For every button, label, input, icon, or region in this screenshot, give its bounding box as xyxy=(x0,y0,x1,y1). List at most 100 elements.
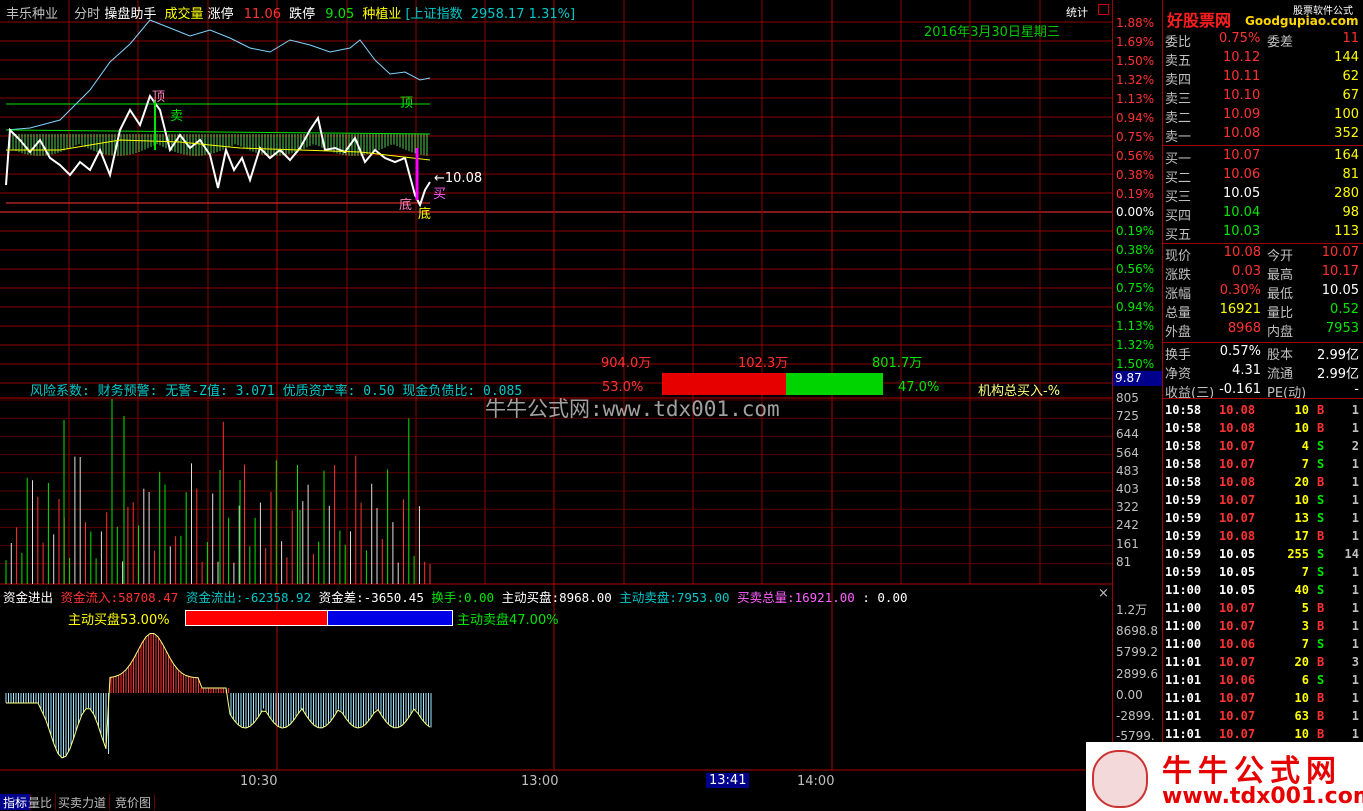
trade-volume: 10 xyxy=(1294,403,1309,417)
trade-volume: 20 xyxy=(1294,475,1309,489)
ask-row-5[interactable]: 卖五 10.12 144 xyxy=(1163,50,1363,69)
trade-row: 11:00 10.07 5 B 1 xyxy=(1163,601,1363,620)
trade-time: 11:01 xyxy=(1165,691,1202,705)
price-axis-zero: 0.00% xyxy=(1116,205,1155,219)
quote-value: 0.30% xyxy=(1219,283,1261,298)
trade-row: 10:58 10.08 10 B 1 xyxy=(1163,421,1363,440)
stock-name: 丰乐种业 xyxy=(6,7,59,22)
active-ratio-bar xyxy=(185,610,453,626)
bar-red-segment xyxy=(662,373,786,395)
institution-label: 机构总买入-% xyxy=(978,384,1061,399)
fund-axis-6: -5799. xyxy=(1116,729,1155,743)
row-price: 10.11 xyxy=(1223,69,1261,84)
trade-side: B xyxy=(1317,709,1325,723)
row-label: 卖一 xyxy=(1165,130,1192,145)
row-volume: 62 xyxy=(1342,69,1359,84)
trade-volume: 7 xyxy=(1301,637,1309,651)
trade-count: 1 xyxy=(1351,457,1359,471)
trade-row: 11:01 10.07 63 B 1 xyxy=(1163,709,1363,728)
trade-time: 11:00 xyxy=(1165,637,1202,651)
quote-value: 0.57% xyxy=(1219,344,1261,359)
quote-value-2: 2.99亿 xyxy=(1317,367,1359,382)
price-axis-up-0: 1.88% xyxy=(1116,16,1155,30)
bid-row-1[interactable]: 买一 10.07 164 xyxy=(1163,148,1363,167)
trade-count: 1 xyxy=(1351,529,1359,543)
limit-down-label: 跌停 xyxy=(289,7,316,22)
row-volume: 164 xyxy=(1334,148,1359,163)
trade-volume: 40 xyxy=(1294,583,1309,597)
active-sell-label: 主动卖盘: xyxy=(619,590,677,605)
trade-side: B xyxy=(1317,421,1325,435)
stats-button[interactable]: 统计 xyxy=(1066,4,1088,20)
trade-count: 1 xyxy=(1351,475,1359,489)
trade-price: 10.07 xyxy=(1219,457,1256,471)
ask-row-1[interactable]: 卖一 10.08 352 xyxy=(1163,126,1363,145)
trade-price: 10.07 xyxy=(1219,655,1256,669)
volume-label[interactable]: 成交量 xyxy=(164,7,203,22)
trade-price: 10.07 xyxy=(1219,511,1256,525)
row-price: 10.08 xyxy=(1223,126,1261,141)
ask-row-2[interactable]: 卖二 10.09 100 xyxy=(1163,107,1363,126)
row-label: 卖五 xyxy=(1165,54,1192,69)
trade-row: 11:00 10.05 40 S 1 xyxy=(1163,583,1363,602)
tab-buy-sell-power[interactable]: 买卖力道 xyxy=(55,794,111,810)
trade-row: 11:00 10.07 3 B 1 xyxy=(1163,619,1363,638)
price-axis-down-6: 1.32% xyxy=(1116,338,1155,352)
price-axis-up-8: 0.38% xyxy=(1116,168,1155,182)
bar-mid-value: 102.3万 xyxy=(738,356,789,371)
quote-value: 16921 xyxy=(1219,302,1261,317)
risk-line: 风险系数: 财务预警: 无警-Z值: 3.071 优质资产率: 0.50 现金负… xyxy=(30,384,523,399)
quote-value-2: 10.07 xyxy=(1321,245,1359,260)
trade-volume: 255 xyxy=(1287,547,1309,561)
trade-row: 11:01 10.07 10 B 1 xyxy=(1163,691,1363,710)
diff-label: 资金差: xyxy=(318,590,364,605)
tab-auction[interactable]: 竞价图 xyxy=(112,794,156,810)
trade-price: 10.07 xyxy=(1219,439,1256,453)
bid-row-5[interactable]: 买五 10.03 113 xyxy=(1163,224,1363,243)
trade-price: 10.08 xyxy=(1219,475,1256,489)
index-change: 1.31%] xyxy=(528,7,576,22)
trade-price: 10.05 xyxy=(1219,547,1256,561)
cow-mascot-icon xyxy=(1092,750,1148,808)
trade-time: 11:01 xyxy=(1165,709,1202,723)
trade-time: 10:58 xyxy=(1165,421,1202,435)
volume-axis-3: 564 xyxy=(1116,445,1139,460)
quote-label-2: 最高 xyxy=(1267,268,1294,283)
assistant-label[interactable]: 操盘助手 xyxy=(104,7,156,22)
sell-marker: 卖 xyxy=(170,109,184,124)
row-label: 卖三 xyxy=(1165,92,1192,107)
trade-price: 10.07 xyxy=(1219,619,1256,633)
active-buy-value: 8968.00 xyxy=(559,590,612,605)
top-marker-2: 顶 xyxy=(400,96,414,111)
bid-row-3[interactable]: 买三 10.05 280 xyxy=(1163,186,1363,205)
fund-close-icon[interactable]: × xyxy=(1098,586,1109,601)
mode-label[interactable]: 分时 xyxy=(74,7,100,22)
outflow-value: -62358.92 xyxy=(243,590,312,605)
close-panel-icon[interactable] xyxy=(1098,4,1109,15)
trade-side: B xyxy=(1317,727,1325,741)
bid-row-2[interactable]: 买二 10.06 81 xyxy=(1163,167,1363,186)
tab-volume-ratio[interactable]: 量比 xyxy=(25,794,57,810)
trade-price: 10.06 xyxy=(1219,637,1256,651)
trade-price: 10.07 xyxy=(1219,691,1256,705)
ask-row-3[interactable]: 卖三 10.10 67 xyxy=(1163,88,1363,107)
quote-value: 4.31 xyxy=(1232,363,1261,378)
row-price: 10.04 xyxy=(1223,205,1261,220)
limit-down-value: 9.05 xyxy=(325,7,355,22)
volume-axis-6: 322 xyxy=(1116,500,1139,515)
trade-volume: 20 xyxy=(1294,655,1309,669)
row-price: 10.03 xyxy=(1223,224,1261,239)
bid-row-4[interactable]: 买四 10.04 98 xyxy=(1163,205,1363,224)
row-label: 买四 xyxy=(1165,209,1192,224)
price-axis-up-3: 1.32% xyxy=(1116,73,1155,87)
trade-price: 10.08 xyxy=(1219,403,1256,417)
ask-row-4[interactable]: 卖四 10.11 62 xyxy=(1163,69,1363,88)
quote-row: 换手 0.57% 股本 2.99亿 xyxy=(1163,344,1363,363)
trade-volume: 5 xyxy=(1301,601,1309,615)
sector-label[interactable]: 种植业 xyxy=(362,7,401,22)
trade-side: S xyxy=(1317,673,1325,687)
diff-value: -3650.45 xyxy=(363,590,424,605)
active-sell-value: 7953.00 xyxy=(676,590,730,605)
trade-price: 10.07 xyxy=(1219,709,1256,723)
quote-label: 涨幅 xyxy=(1165,287,1192,302)
